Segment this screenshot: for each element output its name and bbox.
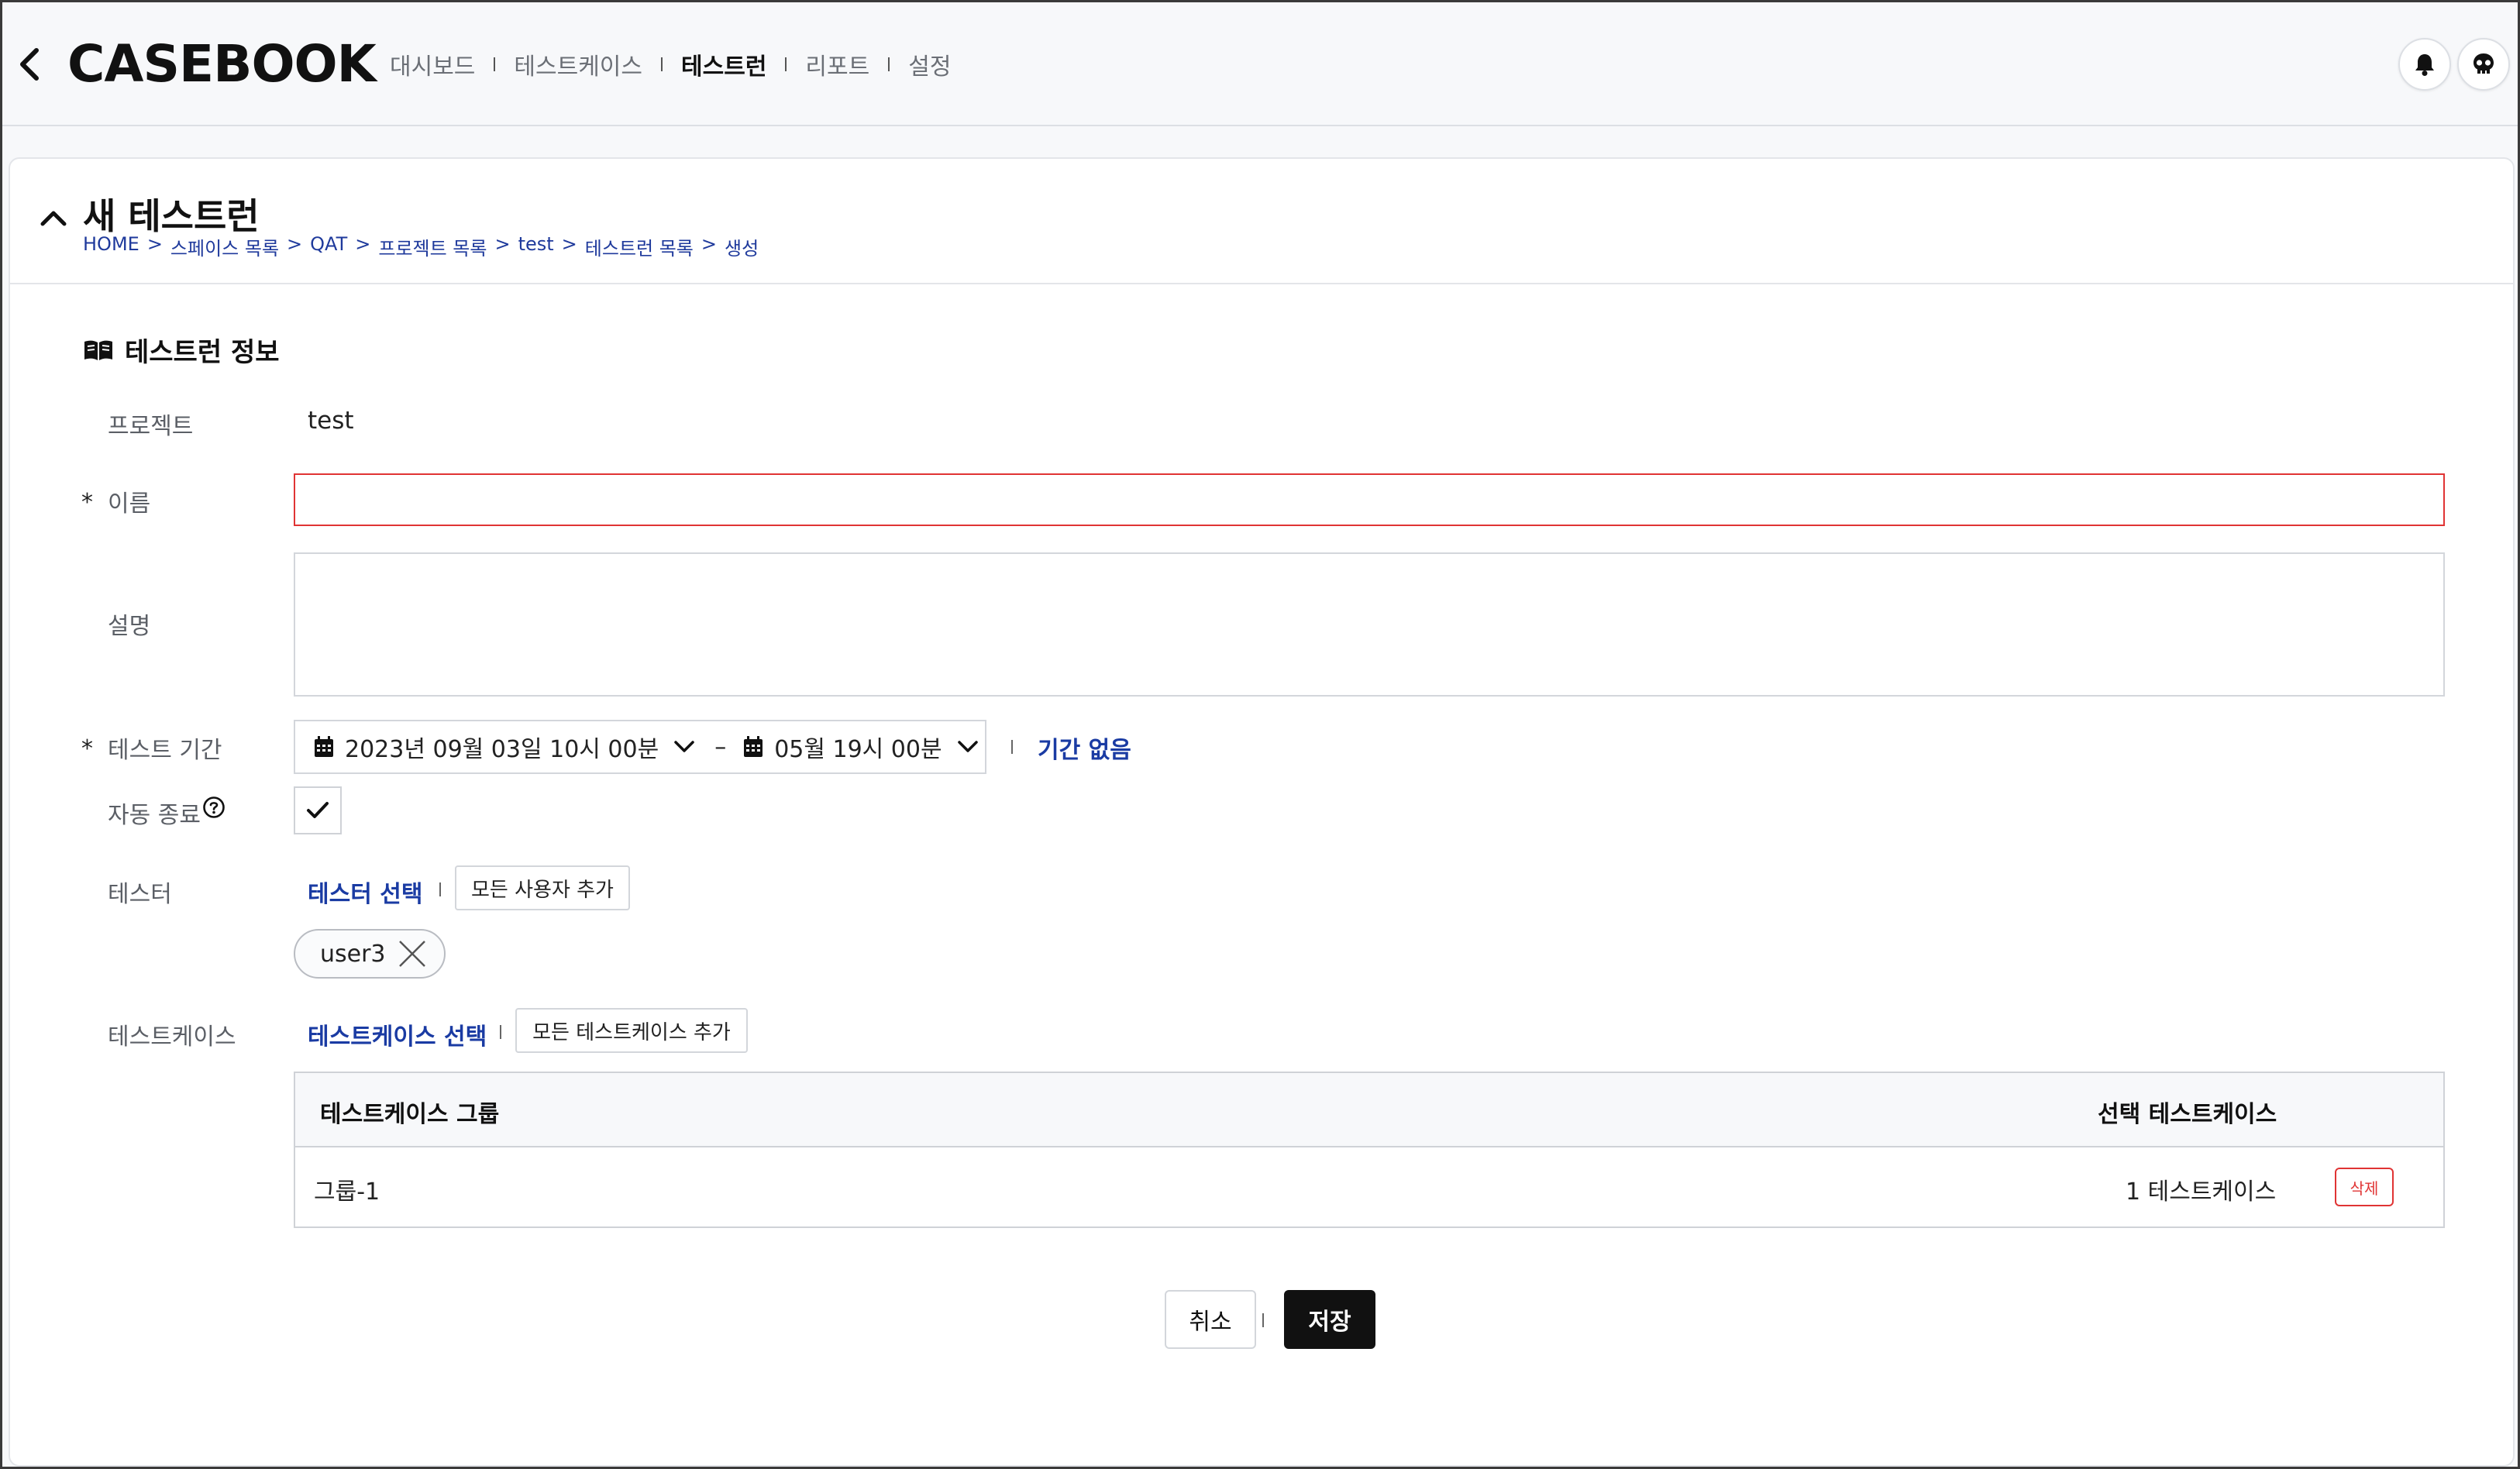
auto-end-checkbox[interactable] — [294, 786, 342, 834]
breadcrumb-separator: > — [287, 233, 303, 255]
tester-chip-label: user3 — [320, 940, 386, 968]
column-header-group: 테스트케이스 그룹 — [320, 1101, 500, 1128]
breadcrumb-separator: > — [355, 233, 371, 255]
breadcrumb-create[interactable]: 생성 — [725, 233, 759, 260]
required-mark: * — [81, 489, 93, 516]
divider — [1011, 740, 1013, 754]
nav-divider — [888, 57, 890, 71]
project-label: 프로젝트 — [108, 413, 194, 440]
top-bar: CASEBOOK 대시보드 테스트케이스 테스트런 리포트 설정 — [2, 2, 2518, 126]
delete-group-button[interactable]: 삭제 — [2335, 1168, 2394, 1206]
cancel-button[interactable]: 취소 — [1165, 1290, 1256, 1349]
no-period-link[interactable]: 기간 없음 — [1038, 731, 1131, 765]
testcase-group-table: 테스트케이스 그룹 선택 테스트케이스 그룹-1 1 테스트케이스 삭제 — [294, 1072, 2445, 1228]
nav-dashboard[interactable]: 대시보드 — [390, 47, 475, 81]
divider — [500, 1025, 501, 1039]
divider — [439, 882, 441, 896]
select-tester-link[interactable]: 테스터 선택 — [308, 875, 422, 909]
remove-chip-icon[interactable] — [397, 938, 428, 969]
breadcrumb-spaces[interactable]: 스페이스 목록 — [170, 233, 279, 260]
nav-divider — [661, 57, 663, 71]
range-dash: – — [714, 733, 727, 761]
end-datetime-text: 05월 19시 00분 — [774, 736, 942, 763]
project-value: test — [308, 407, 354, 435]
breadcrumb-separator: > — [494, 233, 511, 255]
calendar-icon — [315, 736, 333, 757]
breadcrumb: HOME > 스페이스 목록 > QAT > 프로젝트 목록 > test > … — [83, 233, 759, 260]
column-header-selected: 선택 테스트케이스 — [2098, 1101, 2277, 1128]
back-arrow-icon[interactable] — [16, 46, 44, 83]
tester-label: 테스터 — [108, 881, 172, 908]
breadcrumb-testruns[interactable]: 테스트런 목록 — [585, 233, 694, 260]
table-header: 테스트케이스 그룹 선택 테스트케이스 — [295, 1073, 2443, 1147]
description-label: 설명 — [108, 613, 151, 640]
breadcrumb-home[interactable]: HOME — [83, 233, 139, 260]
save-button[interactable]: 저장 — [1284, 1290, 1375, 1349]
breadcrumb-separator: > — [701, 233, 717, 255]
start-datetime-text: 2023년 09월 03일 10시 00분 — [345, 736, 659, 763]
add-all-testcases-button[interactable]: 모든 테스트케이스 추가 — [515, 1008, 748, 1053]
bell-icon — [2415, 54, 2434, 76]
main-nav: 대시보드 테스트케이스 테스트런 리포트 설정 — [390, 43, 951, 86]
testrun-form-card: 새 테스트런 HOME > 스페이스 목록 > QAT > 프로젝트 목록 > … — [9, 157, 2515, 1467]
breadcrumb-space[interactable]: QAT — [310, 233, 347, 260]
breadcrumb-separator: > — [561, 233, 577, 255]
breadcrumb-projects[interactable]: 프로젝트 목록 — [378, 233, 487, 260]
chevron-down-icon — [957, 741, 978, 752]
start-datetime-select[interactable]: 2023년 09월 03일 10시 00분 — [314, 730, 694, 764]
breadcrumb-project[interactable]: test — [518, 233, 554, 260]
nav-divider — [785, 57, 787, 71]
table-row: 그룹-1 1 테스트케이스 삭제 — [295, 1147, 2443, 1228]
nav-testruns[interactable]: 테스트런 — [681, 47, 766, 81]
book-open-icon — [84, 340, 112, 360]
auto-end-label: 자동 종료 — [108, 802, 201, 829]
help-circle-icon[interactable] — [202, 796, 225, 819]
chevron-up-icon[interactable] — [38, 202, 69, 233]
breadcrumb-separator: > — [146, 233, 163, 255]
group-name-cell: 그룹-1 — [314, 1178, 380, 1206]
app-window: CASEBOOK 대시보드 테스트케이스 테스트런 리포트 설정 새 테스트런 … — [0, 0, 2520, 1469]
name-label: 이름 — [108, 490, 151, 518]
nav-settings[interactable]: 설정 — [908, 47, 951, 81]
notifications-button[interactable] — [2398, 38, 2451, 91]
name-input[interactable] — [294, 473, 2445, 526]
nav-testcases[interactable]: 테스트케이스 — [514, 47, 642, 81]
card-header: 새 테스트런 HOME > 스페이스 목록 > QAT > 프로젝트 목록 > … — [10, 159, 2513, 284]
select-testcase-link[interactable]: 테스트케이스 선택 — [308, 1017, 487, 1051]
page-title: 새 테스트런 — [83, 195, 260, 237]
casebook-logo[interactable]: CASEBOOK — [67, 33, 377, 95]
nav-divider — [494, 57, 496, 71]
divider — [1262, 1313, 1264, 1327]
period-label: 테스트 기간 — [108, 737, 222, 764]
checkmark-icon — [307, 802, 329, 818]
chevron-down-icon — [674, 741, 694, 752]
nav-reports[interactable]: 리포트 — [805, 47, 869, 81]
user-avatar-button[interactable] — [2457, 38, 2510, 91]
section-header: 테스트런 정보 — [83, 331, 280, 369]
end-datetime-select[interactable]: 05월 19시 00분 — [743, 730, 978, 764]
skull-avatar-icon — [2474, 53, 2494, 74]
section-title: 테스트런 정보 — [125, 337, 280, 368]
description-textarea[interactable] — [294, 552, 2445, 697]
testcase-count-cell: 1 테스트케이스 — [2126, 1178, 2277, 1206]
add-all-users-button[interactable]: 모든 사용자 추가 — [455, 865, 630, 910]
testcase-label: 테스트케이스 — [108, 1023, 236, 1051]
required-mark: * — [81, 735, 93, 762]
date-range-picker: 2023년 09월 03일 10시 00분 – 05월 19시 00분 — [294, 720, 986, 774]
tester-chip: user3 — [294, 929, 446, 979]
calendar-icon — [744, 736, 763, 757]
